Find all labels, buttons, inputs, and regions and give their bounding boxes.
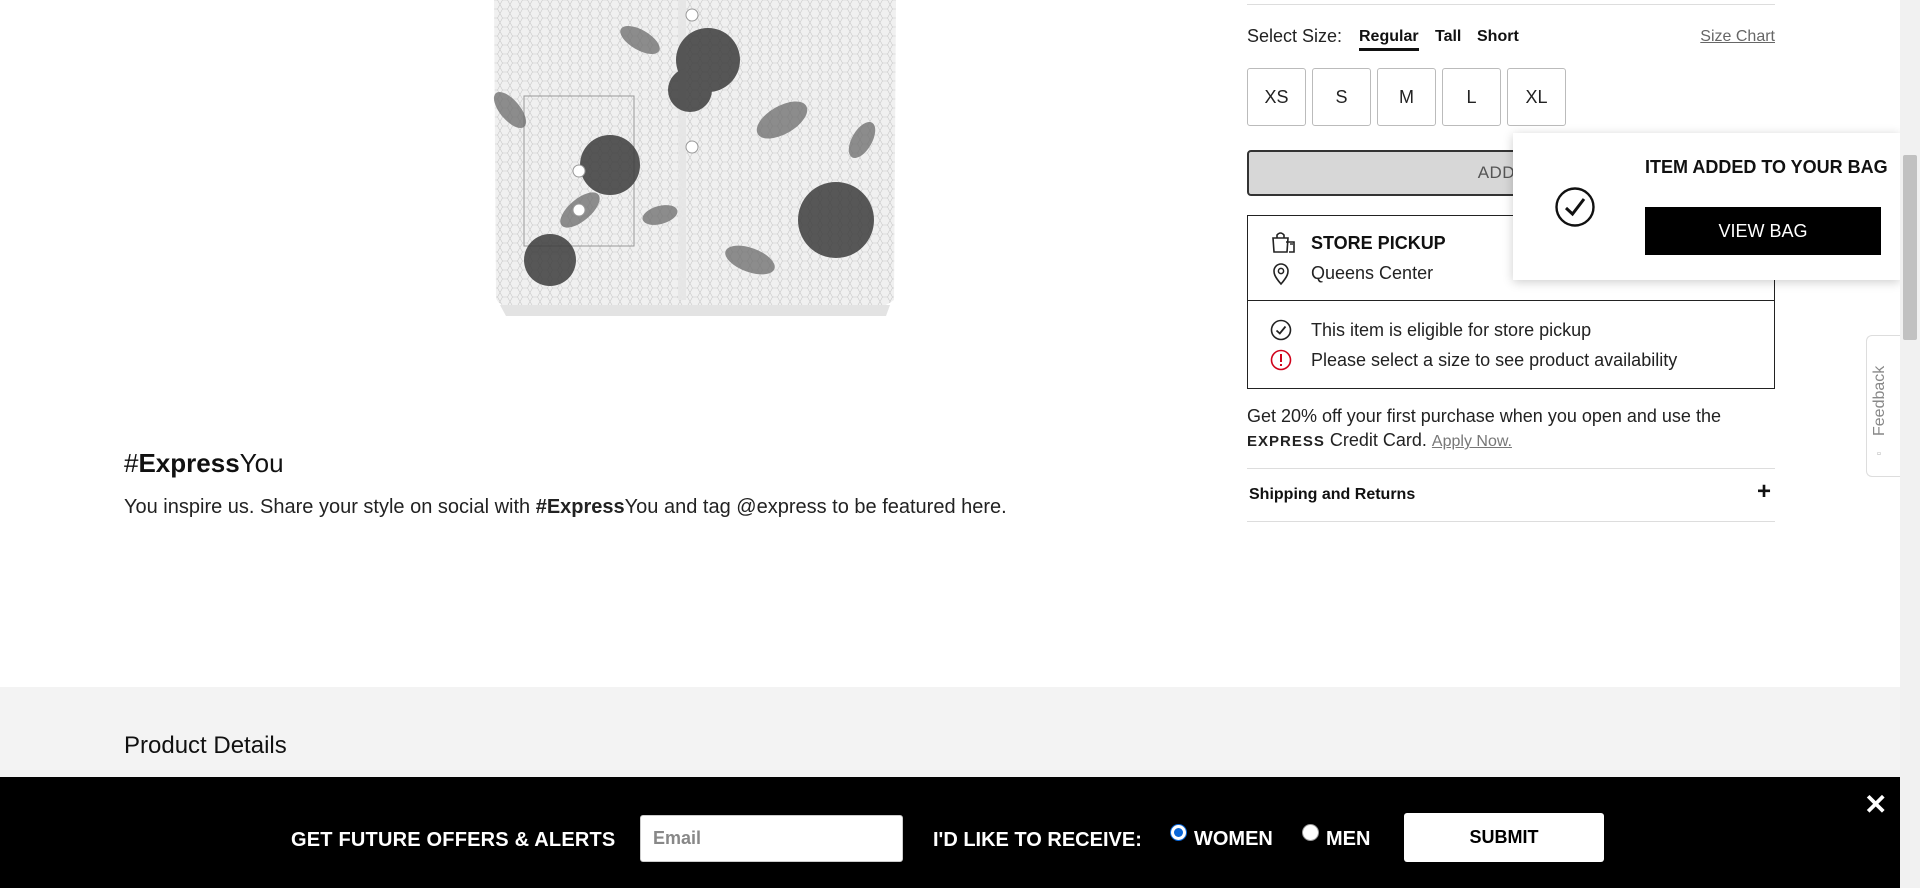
size-selector-row: Select Size: Regular Tall Short Size Cha…: [1247, 26, 1775, 52]
feedback-tab[interactable]: Feedback ▫: [1866, 335, 1900, 477]
hashtag-description: You inspire us. Share your style on soci…: [124, 496, 1007, 518]
divider: [1247, 4, 1775, 5]
feedback-icon: ▫: [1877, 448, 1881, 460]
size-option-l[interactable]: L: [1442, 68, 1501, 126]
check-circle-icon: [1554, 186, 1596, 233]
size-option-s[interactable]: S: [1312, 68, 1371, 126]
product-details-section: Product Details: [0, 687, 1900, 777]
promo-text: Get 20% off your first purchase when you…: [1247, 406, 1721, 426]
credit-card-promo: Get 20% off your first purchase when you…: [1247, 404, 1775, 454]
receive-label: I'D LIKE TO RECEIVE:: [933, 829, 1142, 851]
item-added-title: ITEM ADDED TO YOUR BAG: [1645, 157, 1888, 177]
size-option-xl[interactable]: XL: [1507, 68, 1566, 126]
item-added-popup: ITEM ADDED TO YOUR BAG VIEW BAG: [1513, 133, 1900, 280]
store-name: Queens Center: [1311, 263, 1434, 283]
size-type-short[interactable]: Short: [1477, 28, 1519, 46]
location-pin-icon: [1270, 262, 1292, 291]
size-type-regular[interactable]: Regular: [1359, 28, 1419, 51]
feedback-label: Feedback: [1871, 365, 1888, 436]
scrollbar-thumb[interactable]: [1903, 155, 1917, 340]
radio-women[interactable]: [1170, 824, 1187, 841]
store-pickup-title: STORE PICKUP: [1311, 233, 1446, 253]
pickup-eligible-text: This item is eligible for store pickup: [1311, 320, 1592, 340]
size-chart-link[interactable]: Size Chart: [1700, 28, 1775, 46]
product-details-title: Product Details: [124, 732, 287, 759]
radio-men[interactable]: [1302, 824, 1319, 841]
plus-icon[interactable]: +: [1757, 478, 1771, 506]
product-image: [490, 0, 900, 322]
email-signup-bar: GET FUTURE OFFERS & ALERTS I'D LIKE TO R…: [0, 777, 1900, 888]
hashtag-heading: #ExpressYou: [124, 448, 284, 478]
radio-men-label[interactable]: MEN: [1326, 828, 1370, 851]
radio-women-label[interactable]: WOMEN: [1194, 828, 1273, 851]
express-brand-logo: EXPRESS: [1247, 433, 1325, 450]
promo-text-2: Credit Card.: [1324, 430, 1432, 450]
size-options: XS S M L XL: [1247, 68, 1566, 126]
offers-label: GET FUTURE OFFERS & ALERTS: [291, 829, 616, 851]
scrollbar[interactable]: [1900, 0, 1920, 888]
view-bag-button[interactable]: VIEW BAG: [1645, 207, 1881, 255]
size-label: Select Size:: [1247, 26, 1343, 46]
email-input[interactable]: [640, 815, 903, 862]
select-size-message: Please select a size to see product avai…: [1311, 350, 1678, 370]
size-option-xs[interactable]: XS: [1247, 68, 1306, 126]
close-icon[interactable]: ✕: [1864, 791, 1887, 819]
apply-now-link[interactable]: Apply Now.: [1432, 433, 1512, 450]
check-circle-icon: [1270, 319, 1292, 346]
shipping-returns-accordion[interactable]: Shipping and Returns +: [1247, 468, 1775, 522]
submit-button[interactable]: SUBMIT: [1404, 813, 1604, 862]
shipping-returns-label: Shipping and Returns: [1249, 486, 1416, 503]
size-type-tall[interactable]: Tall: [1435, 28, 1461, 46]
store-bag-icon: [1270, 230, 1296, 259]
alert-icon: [1270, 349, 1292, 376]
size-option-m[interactable]: M: [1377, 68, 1436, 126]
